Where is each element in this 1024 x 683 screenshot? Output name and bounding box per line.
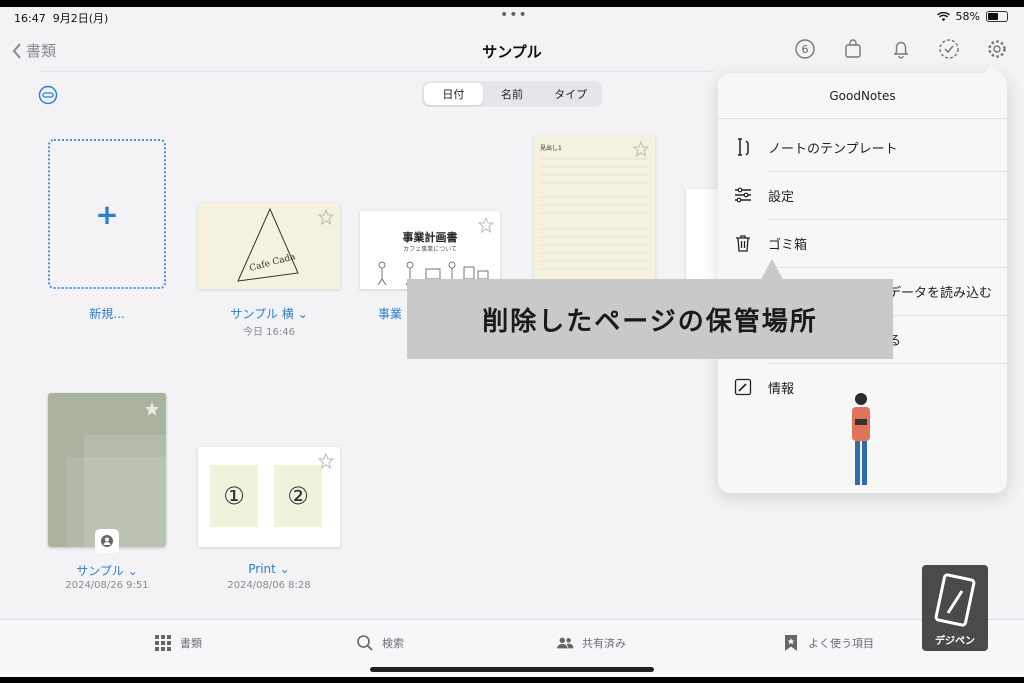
menu-item-templates[interactable]: ノートのテンプレート <box>718 123 1007 171</box>
grid-icon <box>155 635 171 651</box>
business-plan-thumbnail[interactable]: 事業計画書 カフェ事業について <box>360 211 500 289</box>
search-icon <box>357 635 373 651</box>
notification-count-button[interactable]: 6 <box>794 38 816 60</box>
menu-item-label: 設定 <box>768 189 795 205</box>
print-document-label[interactable]: Print ⌄ <box>198 562 340 576</box>
tab-label: 共有済み <box>582 637 626 650</box>
logo-text: デジペン <box>935 636 975 647</box>
menu-item-label: ゴミ箱 <box>768 237 808 253</box>
sample-notebook-label[interactable]: サンプル ⌄ <box>48 562 166 579</box>
caption-overlay: 削除したページの保管場所 <box>407 279 893 359</box>
star-icon[interactable] <box>478 217 494 233</box>
shared-badge <box>95 529 119 553</box>
tab-label: 検索 <box>382 637 404 650</box>
status-right: 58% <box>936 10 1008 23</box>
shared-people-icon <box>101 535 113 547</box>
print-page-1: ① <box>210 465 258 527</box>
count-circle-icon: 6 <box>795 39 815 59</box>
sort-by-date[interactable]: 日付 <box>424 83 483 105</box>
menu-item-label: ノートのテンプレート <box>768 141 898 157</box>
sketch-text: Cafe Cada <box>248 252 297 274</box>
header-divider <box>40 71 714 72</box>
star-icon[interactable] <box>318 209 334 225</box>
tab-search[interactable]: 検索 <box>356 634 404 652</box>
sample-notebook-date: 2024/08/26 9:51 <box>65 580 149 591</box>
status-bar: 16:47 9月2日(月) ••• 58% <box>0 7 1024 29</box>
select-mode-icon[interactable] <box>38 85 58 105</box>
info-icon <box>732 376 754 398</box>
shopping-bag-icon <box>845 39 861 58</box>
business-plan-subtitle: カフェ事業について <box>403 246 457 253</box>
tab-label: よく使う項目 <box>808 637 874 650</box>
sample-landscape-label[interactable]: サンプル 横 ⌄ <box>198 305 340 322</box>
popover-title: GoodNotes <box>718 73 1007 119</box>
paper-lines <box>540 158 648 270</box>
sample-landscape-thumbnail[interactable]: Cafe Cada <box>198 203 340 289</box>
sliders-icon <box>732 184 754 206</box>
menu-item-settings[interactable]: 設定 <box>718 171 1007 219</box>
print-document-date: 2024/08/06 8:28 <box>227 580 311 591</box>
people-icon <box>556 637 574 649</box>
status-time: 16:47 9月2日(月) <box>14 12 109 25</box>
star-icon[interactable] <box>318 453 334 469</box>
template-icon <box>732 136 754 158</box>
gear-icon <box>988 40 1006 58</box>
tab-label: 書類 <box>180 637 202 650</box>
nav-actions: 6 <box>794 38 1008 60</box>
battery-percent: 58% <box>955 10 980 23</box>
goodnotes-screen: 16:47 9月2日(月) ••• 58% 書類 サンプル 6 日付 名前 タイ… <box>0 7 1024 677</box>
multitasking-dots[interactable]: ••• <box>500 7 528 23</box>
sample-notebook-thumbnail[interactable] <box>48 393 166 553</box>
home-indicator[interactable] <box>370 667 654 672</box>
menu-item-label: データを読み込む <box>888 285 993 301</box>
bookmark-icon <box>785 635 797 651</box>
sort-by-name[interactable]: 名前 <box>483 83 542 105</box>
print-document-thumbnail[interactable]: ① ② <box>198 447 340 547</box>
tab-shared[interactable]: 共有済み <box>556 634 626 652</box>
star-icon[interactable] <box>633 141 649 157</box>
paper-heading: 見出し1 <box>540 145 562 152</box>
menu-item-label: 情報 <box>768 381 795 397</box>
sample-landscape-date: 今日 16:46 <box>243 327 295 338</box>
new-document-button[interactable]: + <box>48 139 166 289</box>
popover-arrow <box>983 65 1001 74</box>
tab-favorites[interactable]: よく使う項目 <box>782 634 874 652</box>
new-document-label[interactable]: 新規... <box>48 305 166 322</box>
star-icon[interactable] <box>144 401 160 417</box>
trash-icon <box>732 232 754 254</box>
battery-icon <box>986 11 1008 22</box>
settings-button[interactable] <box>986 38 1008 60</box>
check-circle-icon <box>939 39 959 59</box>
navigation-bar: 書類 サンプル 6 <box>0 32 1024 72</box>
tablet-pen-icon <box>934 573 976 627</box>
notifications-button[interactable] <box>890 38 912 60</box>
battery-fill <box>988 13 998 20</box>
sort-segmented-control: 日付 名前 タイプ <box>422 81 602 107</box>
lined-document-thumbnail[interactable]: 見出し1 <box>534 135 655 285</box>
tab-documents[interactable]: 書類 <box>154 634 202 652</box>
shop-button[interactable] <box>842 38 864 60</box>
plus-icon: + <box>95 197 119 231</box>
person-illustration <box>852 393 870 485</box>
wifi-icon <box>936 11 950 21</box>
notification-count: 6 <box>802 43 809 56</box>
caption-pointer-icon <box>760 259 784 281</box>
print-page-2: ② <box>274 465 322 527</box>
sort-by-type[interactable]: タイプ <box>541 83 600 105</box>
tasks-button[interactable] <box>938 38 960 60</box>
bell-icon <box>893 41 909 59</box>
digipen-logo: デジペン <box>922 565 988 651</box>
